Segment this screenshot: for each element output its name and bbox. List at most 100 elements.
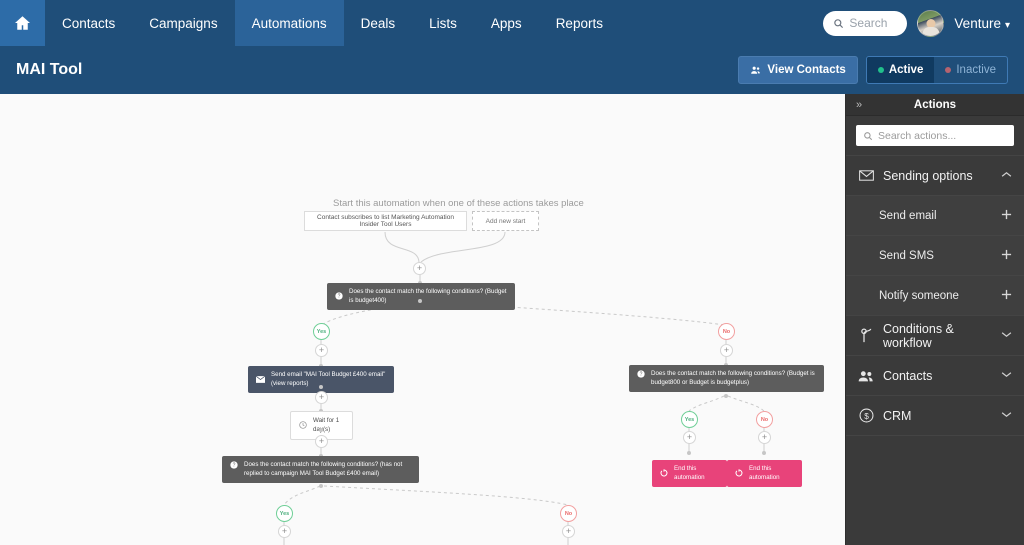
sidebar-filler <box>846 435 1024 545</box>
collapse-sidebar-button[interactable]: » <box>846 99 872 111</box>
branch-badge-yes-4[interactable]: Yes <box>681 411 698 428</box>
nav-item-reports[interactable]: Reports <box>539 0 620 46</box>
nav-item-automations[interactable]: Automations <box>234 0 344 46</box>
sidebar-item-label: Notify someone <box>879 289 959 302</box>
condition-node-2[interactable]: ? Does the contact match the following c… <box>222 456 419 483</box>
add-step-button[interactable]: + <box>278 525 291 538</box>
add-action-icon[interactable] <box>1001 209 1012 222</box>
sidebar-group-sending-options[interactable]: Sending options <box>846 155 1024 195</box>
add-action-icon[interactable] <box>1001 289 1012 302</box>
nav-label: Deals <box>360 15 396 31</box>
add-step-button[interactable]: + <box>562 525 575 538</box>
connector-dot <box>319 385 323 389</box>
nav-label: Automations <box>251 15 327 31</box>
connector-dot <box>319 428 323 432</box>
envelope-icon <box>256 375 265 383</box>
contacts-icon <box>751 66 761 74</box>
wait-node-label: Wait for 1 day(s) <box>313 417 340 433</box>
start-trigger-label: Contact subscribes to list Marketing Aut… <box>317 214 454 228</box>
branch-badge-yes-1[interactable]: Yes <box>313 323 330 340</box>
nav-label: Contacts <box>62 15 116 31</box>
nav-item-apps[interactable]: Apps <box>474 0 539 46</box>
sidebar-item-notify-someone[interactable]: Notify someone <box>846 275 1024 315</box>
add-step-button[interactable]: + <box>315 435 328 448</box>
condition-node-1[interactable]: ? Does the contact match the following c… <box>327 283 515 310</box>
status-active-button[interactable]: Active <box>866 57 935 83</box>
search-actions-input[interactable]: Search actions... <box>856 125 1014 146</box>
subheader-actions: View Contacts Active Inactive <box>738 56 1008 84</box>
chevron-down-icon <box>1001 370 1012 381</box>
main-area: Start this automation when one of these … <box>0 94 1024 545</box>
status-toggle-group: Active Inactive <box>865 56 1008 84</box>
sidebar-group-contacts[interactable]: Contacts <box>846 355 1024 395</box>
search-icon <box>834 18 844 28</box>
global-search-input[interactable]: Search <box>823 10 908 36</box>
avatar-body <box>922 26 940 36</box>
branch-badge-yes-2[interactable]: Yes <box>276 505 293 522</box>
sidebar-item-send-email[interactable]: Send email <box>846 195 1024 235</box>
add-action-icon[interactable] <box>1001 249 1012 262</box>
sidebar-group-crm[interactable]: $ CRM <box>846 395 1024 435</box>
nav-label: Apps <box>490 15 522 31</box>
add-step-button[interactable]: + <box>413 262 426 275</box>
sidebar-group-label: Sending options <box>883 168 973 183</box>
view-contacts-button[interactable]: View Contacts <box>738 56 858 84</box>
branch-label: Yes <box>279 510 290 517</box>
connector-dot <box>418 299 422 303</box>
start-automation-label: Start this automation when one of these … <box>333 198 584 209</box>
end-automation-label-2: End this automation <box>749 465 780 482</box>
status-active-label: Active <box>888 64 924 76</box>
add-step-button[interactable]: + <box>315 391 328 404</box>
branch-label: No <box>722 328 731 335</box>
stop-icon <box>735 469 743 477</box>
nav-item-contacts[interactable]: Contacts <box>45 0 132 46</box>
status-inactive-button[interactable]: Inactive <box>934 57 1007 83</box>
start-trigger-box[interactable]: Contact subscribes to list Marketing Aut… <box>304 211 467 231</box>
condition-node-3-label: Does the contact match the following con… <box>651 370 815 387</box>
branch-badge-no-2[interactable]: No <box>560 505 577 522</box>
add-new-start-button[interactable]: Add new start <box>472 211 539 231</box>
nav-item-deals[interactable]: Deals <box>344 0 413 46</box>
branch-label: No <box>564 510 573 517</box>
plus-icon: + <box>318 392 325 402</box>
end-automation-node-1[interactable]: End this automation <box>652 460 727 487</box>
branch-badge-no-4[interactable]: No <box>756 411 773 428</box>
branch-badge-no-1[interactable]: No <box>718 323 735 340</box>
canvas-inner: Start this automation when one of these … <box>0 94 845 545</box>
nav-item-lists[interactable]: Lists <box>412 0 474 46</box>
automation-canvas[interactable]: Start this automation when one of these … <box>0 94 845 545</box>
add-step-button[interactable]: + <box>758 431 771 444</box>
nav-label: Campaigns <box>149 15 218 31</box>
branch-label: Yes <box>316 328 327 335</box>
sidebar-group-conditions-workflow[interactable]: Conditions & workflow <box>846 315 1024 355</box>
svg-text:?: ? <box>233 463 236 469</box>
connector-dot <box>319 484 323 488</box>
nav-item-campaigns[interactable]: Campaigns <box>132 0 234 46</box>
avatar[interactable] <box>917 9 945 37</box>
condition-node-3[interactable]: ? Does the contact match the following c… <box>629 365 824 392</box>
stop-icon <box>660 469 668 477</box>
add-new-start-label: Add new start <box>485 217 526 225</box>
add-step-button[interactable]: + <box>683 431 696 444</box>
plus-icon: + <box>723 345 730 355</box>
end-automation-label-1: End this automation <box>674 465 705 482</box>
add-step-button[interactable]: + <box>720 344 733 357</box>
search-actions-placeholder: Search actions... <box>878 129 957 142</box>
search-icon <box>864 131 873 140</box>
workflow-icon <box>858 328 874 343</box>
nav-label: Lists <box>429 15 457 31</box>
home-icon <box>13 14 32 32</box>
add-step-button[interactable]: + <box>315 344 328 357</box>
user-menu[interactable]: Venture ▾ <box>954 16 1010 31</box>
envelope-icon <box>858 170 874 181</box>
dollar-icon: $ <box>858 408 874 423</box>
question-icon: ? <box>230 461 238 469</box>
end-automation-node-2[interactable]: End this automation <box>727 460 802 487</box>
clock-icon <box>299 421 307 429</box>
condition-node-2-label: Does the contact match the following con… <box>244 461 403 478</box>
home-button[interactable] <box>0 0 45 46</box>
active-status-dot <box>877 67 884 73</box>
sidebar-item-send-sms[interactable]: Send SMS <box>846 235 1024 275</box>
connector-dot <box>762 451 766 455</box>
nav-label: Reports <box>555 15 603 31</box>
